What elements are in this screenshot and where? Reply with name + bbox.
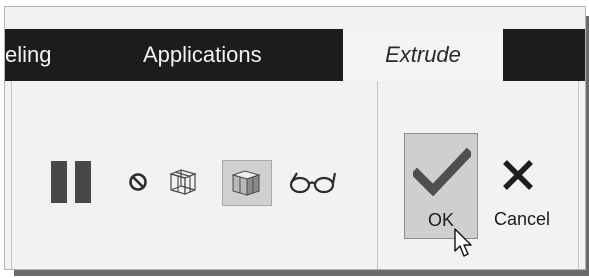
panel-divider: [11, 81, 12, 269]
ribbon-tab-bar: eling Applications Extrude: [5, 29, 585, 85]
tab-extrude[interactable]: Extrude: [343, 29, 503, 85]
close-icon: [503, 160, 533, 190]
wireframe-preview-button[interactable]: [168, 165, 198, 197]
app-window: eling Applications Extrude OK Cancel: [4, 6, 586, 270]
cancel-button[interactable]: Cancel: [483, 133, 561, 239]
checkmark-icon: [413, 148, 471, 196]
pause-icon: [75, 161, 91, 203]
verify-preview-button[interactable]: [288, 169, 338, 195]
wireframe-icon: [169, 169, 197, 195]
tab-applications[interactable]: Applications: [143, 29, 262, 81]
ok-button[interactable]: OK: [404, 133, 478, 239]
cancel-label: Cancel: [493, 209, 551, 229]
panel-divider: [377, 81, 378, 269]
mouse-pointer-icon: [454, 228, 472, 257]
title-strip: [5, 7, 585, 29]
shaded-preview-button[interactable]: [222, 160, 272, 206]
panel-divider: [578, 81, 579, 269]
no-entry-icon: [129, 173, 147, 191]
shaded-icon: [231, 170, 261, 196]
pause-button[interactable]: [51, 161, 95, 203]
disable-preview-button[interactable]: [127, 171, 149, 193]
glasses-icon: [289, 172, 337, 194]
tab-modeling[interactable]: eling: [5, 29, 51, 81]
pause-icon: [51, 161, 67, 203]
extrude-ribbon-panel: OK Cancel: [5, 81, 585, 269]
